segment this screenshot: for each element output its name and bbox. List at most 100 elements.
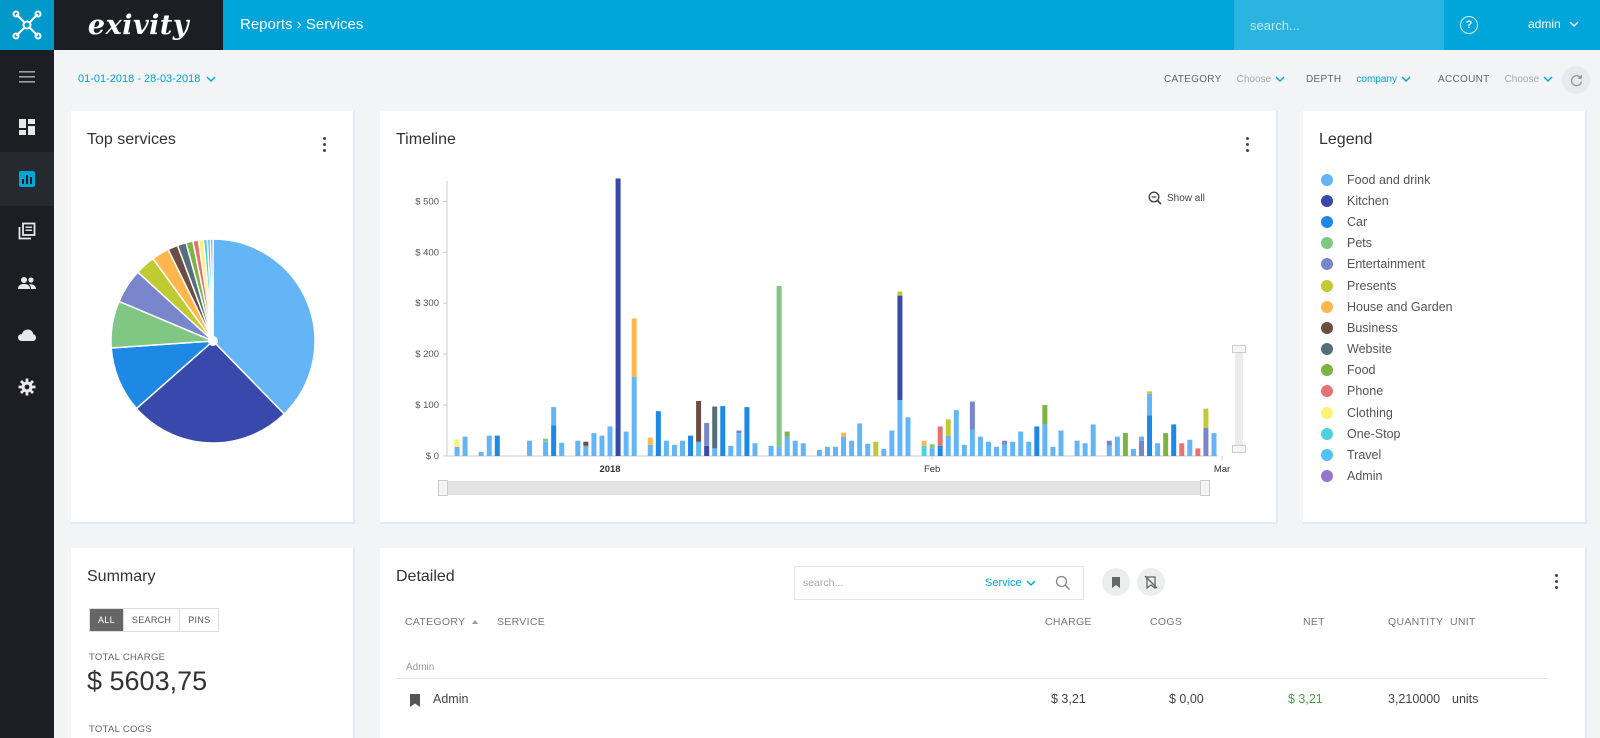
column-header-quantity[interactable]: QUANTITY [1388,616,1443,628]
clear-pins-button[interactable] [1137,568,1165,596]
legend-item[interactable]: Car [1321,211,1453,232]
legend-label: Entertainment [1347,257,1425,272]
timeline-bar [486,435,492,456]
legend-color-dot [1321,321,1333,334]
timeline-bar [937,445,943,456]
legend-item[interactable]: Travel [1321,444,1453,465]
column-header-charge[interactable]: CHARGE [1045,616,1092,628]
users-icon [18,277,36,289]
scrollbar-handle-right[interactable] [1200,480,1210,496]
legend-item[interactable]: Kitchen [1321,190,1453,211]
timeline-bar [776,446,782,456]
pin-filter-button[interactable] [1102,568,1130,596]
sidebar-item-catalogue[interactable] [0,204,54,258]
timeline-bar [454,446,460,456]
account-filter-value[interactable]: Choose [1505,74,1553,85]
sidebar-item-cloud[interactable] [0,308,54,362]
timeline-bar [929,444,935,449]
bookmark-icon[interactable] [409,693,421,708]
legend-label: Food and drink [1347,172,1431,187]
brand-logo[interactable]: exivity [54,0,223,50]
sidebar-item-reports[interactable] [0,152,54,206]
sidebar-menu-toggle[interactable] [0,50,54,104]
unit-cell: units [1452,692,1479,706]
refresh-button[interactable] [1562,66,1590,94]
app-logo-icon[interactable] [0,0,54,50]
legend-item[interactable]: Food [1321,360,1453,381]
row-divider [396,678,1548,679]
vertical-zoom-slider[interactable] [1232,345,1246,453]
chevron-down-icon [1401,76,1411,82]
legend-label: Food [1347,363,1376,378]
timeline-bar [1002,444,1008,456]
detailed-menu-icon[interactable] [1555,574,1559,589]
timeline-bar [1139,436,1144,441]
category-filter-text: Choose [1236,74,1272,85]
user-menu[interactable]: admin [1528,17,1579,31]
legend-item[interactable]: Pets [1321,233,1453,254]
total-charge-value: $ 5603,75 [87,666,208,696]
summary-tab-search[interactable]: SEARCH [124,609,181,631]
search-field-select[interactable]: Service [985,577,1055,589]
timeline-bar [889,430,895,456]
top-services-title: Top services [87,131,176,148]
global-search-input[interactable] [1234,0,1444,50]
legend-item[interactable]: Phone [1321,381,1453,402]
legend-card: Legend Food and drink Kitchen Car Pets Enter… [1303,111,1587,524]
top-services-menu-icon[interactable] [323,137,327,152]
legend-color-dot [1321,343,1333,356]
account-filter[interactable]: ACCOUNT Choose [1438,74,1553,85]
legend-item[interactable]: Website [1321,339,1453,360]
timeline-bar [543,438,549,442]
summary-tab-pins[interactable]: PINS [180,609,218,631]
timeline-bar [1122,433,1128,456]
category-filter-value[interactable]: Choose [1237,74,1285,85]
column-header-category[interactable]: CATEGORY [405,616,479,628]
timeline-bar [551,407,557,426]
legend-item[interactable]: One-Stop [1321,423,1453,444]
sidebar-item-dashboard[interactable] [0,100,54,154]
timeline-bar [1130,448,1136,456]
legend-item[interactable]: Entertainment [1321,254,1453,275]
timeline-bar [1026,441,1032,456]
legend-item[interactable]: Presents [1321,275,1453,296]
depth-filter[interactable]: DEPTH company [1306,74,1411,85]
timeline-bar [857,423,863,456]
column-header-net[interactable]: NET [1303,616,1325,628]
timeline-bar [704,445,710,456]
legend-item[interactable]: Food and drink [1321,169,1453,190]
timeline-zoom-scrollbar[interactable] [438,480,1210,496]
slider-handle-top[interactable] [1232,345,1246,353]
net-cell: $ 3,21 [1288,692,1323,706]
timeline-bar [736,430,742,434]
legend-item[interactable]: House and Garden [1321,296,1453,317]
date-range-picker[interactable]: 01-01-2018 - 28-03-2018 [78,73,216,85]
column-header-service[interactable]: SERVICE [497,616,545,628]
timeline-bar [969,401,975,430]
timeline-bar [1042,424,1048,456]
chevron-down-icon [206,76,216,82]
category-filter[interactable]: CATEGORY Choose [1164,74,1285,85]
scrollbar-handle-left[interactable] [438,480,448,496]
timeline-bar [1106,440,1112,446]
help-icon[interactable]: ? [1460,16,1478,34]
legend-item[interactable]: Admin [1321,466,1453,487]
timeline-bar [865,443,871,456]
legend-item[interactable]: Business [1321,317,1453,338]
y-tick-label: $ 200 [415,349,439,360]
timeline-bar [1187,439,1193,456]
slider-handle-bottom[interactable] [1232,445,1246,453]
timeline-bar [591,433,597,456]
timeline-bar [1010,441,1016,456]
sidebar-item-settings[interactable] [0,360,54,414]
legend-color-dot [1321,173,1333,186]
summary-tab-all[interactable]: ALL [90,609,124,631]
legend-item[interactable]: Clothing [1321,402,1453,423]
column-header-unit[interactable]: UNIT [1450,616,1476,628]
column-header-cogs[interactable]: COGS [1150,616,1182,628]
search-icon[interactable] [1055,575,1071,591]
depth-filter-value[interactable]: company [1356,74,1411,85]
sidebar-item-users[interactable] [0,256,54,310]
detailed-search-input[interactable] [795,577,985,589]
timeline-bar [712,406,718,449]
